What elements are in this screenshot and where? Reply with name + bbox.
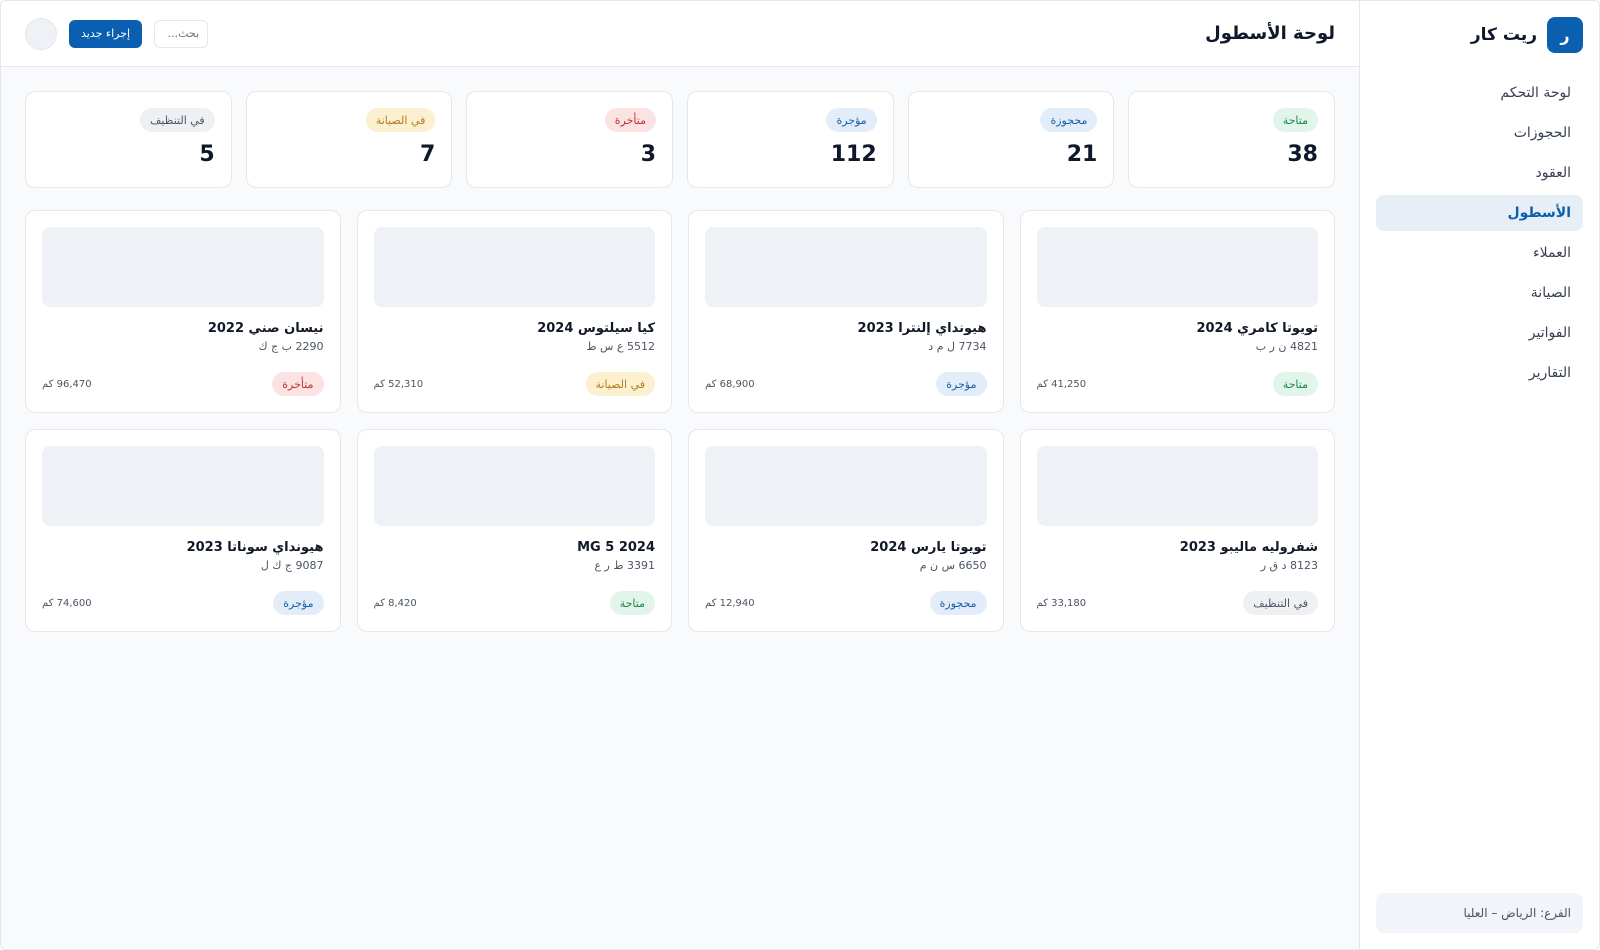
vehicle-mileage: 68,900 كم <box>705 378 755 390</box>
avatar[interactable] <box>25 17 57 50</box>
stat-card-booked[interactable]: محجوزة 21 <box>907 91 1115 188</box>
vehicle-mileage: 96,470 كم <box>42 378 92 390</box>
vehicle-mileage: 12,940 كم <box>705 597 755 609</box>
stat-card-maintenance[interactable]: في الصيانة 7 <box>245 91 453 188</box>
stat-value: 112 <box>830 142 877 167</box>
main-area: لوحة الأسطول إجراء جديد متاحة 38 محجوزة … <box>1 1 1359 949</box>
stat-card-rented[interactable]: مؤجرة 112 <box>687 91 894 188</box>
vehicle-mileage: 33,180 كم <box>1036 597 1087 609</box>
vehicle-name: كيا سيلتوس 2024 <box>537 321 655 336</box>
branch-selector[interactable]: الفرع: الرياض – العليا <box>1376 893 1583 933</box>
vehicle-name: شفروليه ماليبو 2023 <box>1179 540 1318 555</box>
vehicle-image-placeholder <box>705 446 987 526</box>
vehicle-footer: متأخرة 96,470 كم <box>42 372 324 396</box>
vehicle-footer: مؤجرة 74,600 كم <box>42 591 324 615</box>
vehicle-name: MG 5 2024 <box>577 540 655 555</box>
vehicle-card[interactable]: نيسان صني 2022 2290 ب ج ك متأخرة 96,470 … <box>25 210 341 413</box>
vehicle-image-placeholder <box>705 227 987 307</box>
brand-name: ريت كار <box>1470 25 1537 45</box>
status-badge: محجوزة <box>929 591 987 615</box>
vehicle-footer: متاحة 41,250 كم <box>1036 372 1318 396</box>
vehicle-image-placeholder <box>1036 227 1318 307</box>
sidebar-item-customers[interactable]: العملاء <box>1376 235 1583 271</box>
stat-value: 5 <box>199 142 215 167</box>
status-badge: في التنظيف <box>139 108 215 132</box>
vehicle-image-placeholder <box>42 446 324 526</box>
search-input[interactable] <box>154 19 209 48</box>
vehicle-card[interactable]: MG 5 2024 3391 ط ر ع متاحة 8,420 كم <box>356 429 672 632</box>
vehicle-name: هيونداي سوناتا 2023 <box>186 540 324 555</box>
vehicle-card[interactable]: كيا سيلتوس 2024 5512 ع س ط في الصيانة 52… <box>356 210 672 413</box>
stat-value: 21 <box>1066 142 1098 167</box>
vehicle-footer: محجوزة 12,940 كم <box>705 591 987 615</box>
vehicle-plate: 7734 ل م د <box>928 340 987 353</box>
vehicle-card[interactable]: هيونداي إلنترا 2023 7734 ل م د مؤجرة 68,… <box>688 210 1004 413</box>
sidebar-item-bookings[interactable]: الحجوزات <box>1376 115 1583 151</box>
brand[interactable]: ر ريت كار <box>1376 17 1583 53</box>
app-window: ر ريت كار لوحة التحكم الحجوزات العقود ال… <box>0 0 1600 950</box>
stat-card-cleaning[interactable]: في التنظيف 5 <box>25 91 232 188</box>
sidebar-item-dashboard[interactable]: لوحة التحكم <box>1376 75 1583 111</box>
vehicle-name: تويوتا يارس 2024 <box>870 540 987 555</box>
brand-logo: ر <box>1547 17 1583 53</box>
stat-card-overdue[interactable]: متأخرة 3 <box>466 91 673 188</box>
status-badge: مؤجرة <box>936 372 987 396</box>
vehicle-footer: مؤجرة 68,900 كم <box>705 372 987 396</box>
stat-value: 7 <box>420 142 436 167</box>
vehicle-plate: 5512 ع س ط <box>586 340 655 353</box>
vehicle-footer: في التنظيف 33,180 كم <box>1036 591 1318 615</box>
vehicle-card[interactable]: تويوتا كامري 2024 4821 ن ر ب متاحة 41,25… <box>1019 210 1335 413</box>
content: متاحة 38 محجوزة 21 مؤجرة 112 متأخرة 3 في… <box>1 67 1359 656</box>
vehicle-name: تويوتا كامري 2024 <box>1196 321 1318 336</box>
sidebar-item-invoices[interactable]: الفواتير <box>1376 315 1583 351</box>
vehicle-image-placeholder <box>373 446 655 526</box>
vehicle-plate: 2290 ب ج ك <box>258 340 324 353</box>
vehicle-name: نيسان صني 2022 <box>207 321 324 336</box>
vehicle-plate: 3391 ط ر ع <box>594 559 655 572</box>
sidebar-nav: لوحة التحكم الحجوزات العقود الأسطول العم… <box>1376 75 1583 391</box>
vehicle-mileage: 74,600 كم <box>42 597 92 609</box>
sidebar-item-fleet[interactable]: الأسطول <box>1376 195 1583 231</box>
status-badge: متأخرة <box>604 108 656 132</box>
vehicle-image-placeholder <box>42 227 324 307</box>
status-badge: متاحة <box>609 591 655 615</box>
vehicle-footer: متاحة 8,420 كم <box>373 591 655 615</box>
vehicle-card[interactable]: شفروليه ماليبو 2023 8123 د ق ر في التنظي… <box>1019 429 1335 632</box>
status-badge: متاحة <box>1272 108 1318 132</box>
vehicle-footer: في الصيانة 52,310 كم <box>373 372 655 396</box>
header: لوحة الأسطول إجراء جديد <box>1 1 1359 67</box>
vehicle-grid: تويوتا كامري 2024 4821 ن ر ب متاحة 41,25… <box>25 210 1335 632</box>
status-badge: في الصيانة <box>585 372 655 396</box>
sidebar-item-maintenance[interactable]: الصيانة <box>1376 275 1583 311</box>
stat-value: 3 <box>640 142 656 167</box>
stat-card-available[interactable]: متاحة 38 <box>1128 91 1335 188</box>
page-title: لوحة الأسطول <box>1205 23 1335 44</box>
stats-row: متاحة 38 محجوزة 21 مؤجرة 112 متأخرة 3 في… <box>25 91 1335 188</box>
status-badge: متاحة <box>1272 372 1318 396</box>
vehicle-plate: 6650 س ن م <box>919 559 987 572</box>
vehicle-card[interactable]: هيونداي سوناتا 2023 9087 ج ك ل مؤجرة 74,… <box>25 429 341 632</box>
status-badge: في الصيانة <box>365 108 436 132</box>
status-badge: محجوزة <box>1040 108 1098 132</box>
vehicle-card[interactable]: تويوتا يارس 2024 6650 س ن م محجوزة 12,94… <box>688 429 1004 632</box>
vehicle-plate: 8123 د ق ر <box>1260 559 1318 572</box>
status-badge: متأخرة <box>272 372 324 396</box>
stat-value: 38 <box>1287 142 1318 167</box>
vehicle-mileage: 41,250 كم <box>1036 378 1087 390</box>
sidebar-item-reports[interactable]: التقارير <box>1376 355 1583 391</box>
vehicle-mileage: 52,310 كم <box>373 378 424 390</box>
vehicle-name: هيونداي إلنترا 2023 <box>857 321 987 336</box>
status-badge: مؤجرة <box>273 591 324 615</box>
vehicle-plate: 4821 ن ر ب <box>1255 340 1318 353</box>
header-actions: إجراء جديد <box>25 17 209 50</box>
new-action-button[interactable]: إجراء جديد <box>69 19 143 48</box>
sidebar-item-contracts[interactable]: العقود <box>1376 155 1583 191</box>
vehicle-mileage: 8,420 كم <box>373 597 417 609</box>
status-badge: مؤجرة <box>826 108 877 132</box>
vehicle-plate: 9087 ج ك ل <box>260 559 324 572</box>
vehicle-image-placeholder <box>1036 446 1318 526</box>
sidebar: ر ريت كار لوحة التحكم الحجوزات العقود ال… <box>1359 1 1599 949</box>
vehicle-image-placeholder <box>373 227 655 307</box>
status-badge: في التنظيف <box>1243 591 1318 615</box>
